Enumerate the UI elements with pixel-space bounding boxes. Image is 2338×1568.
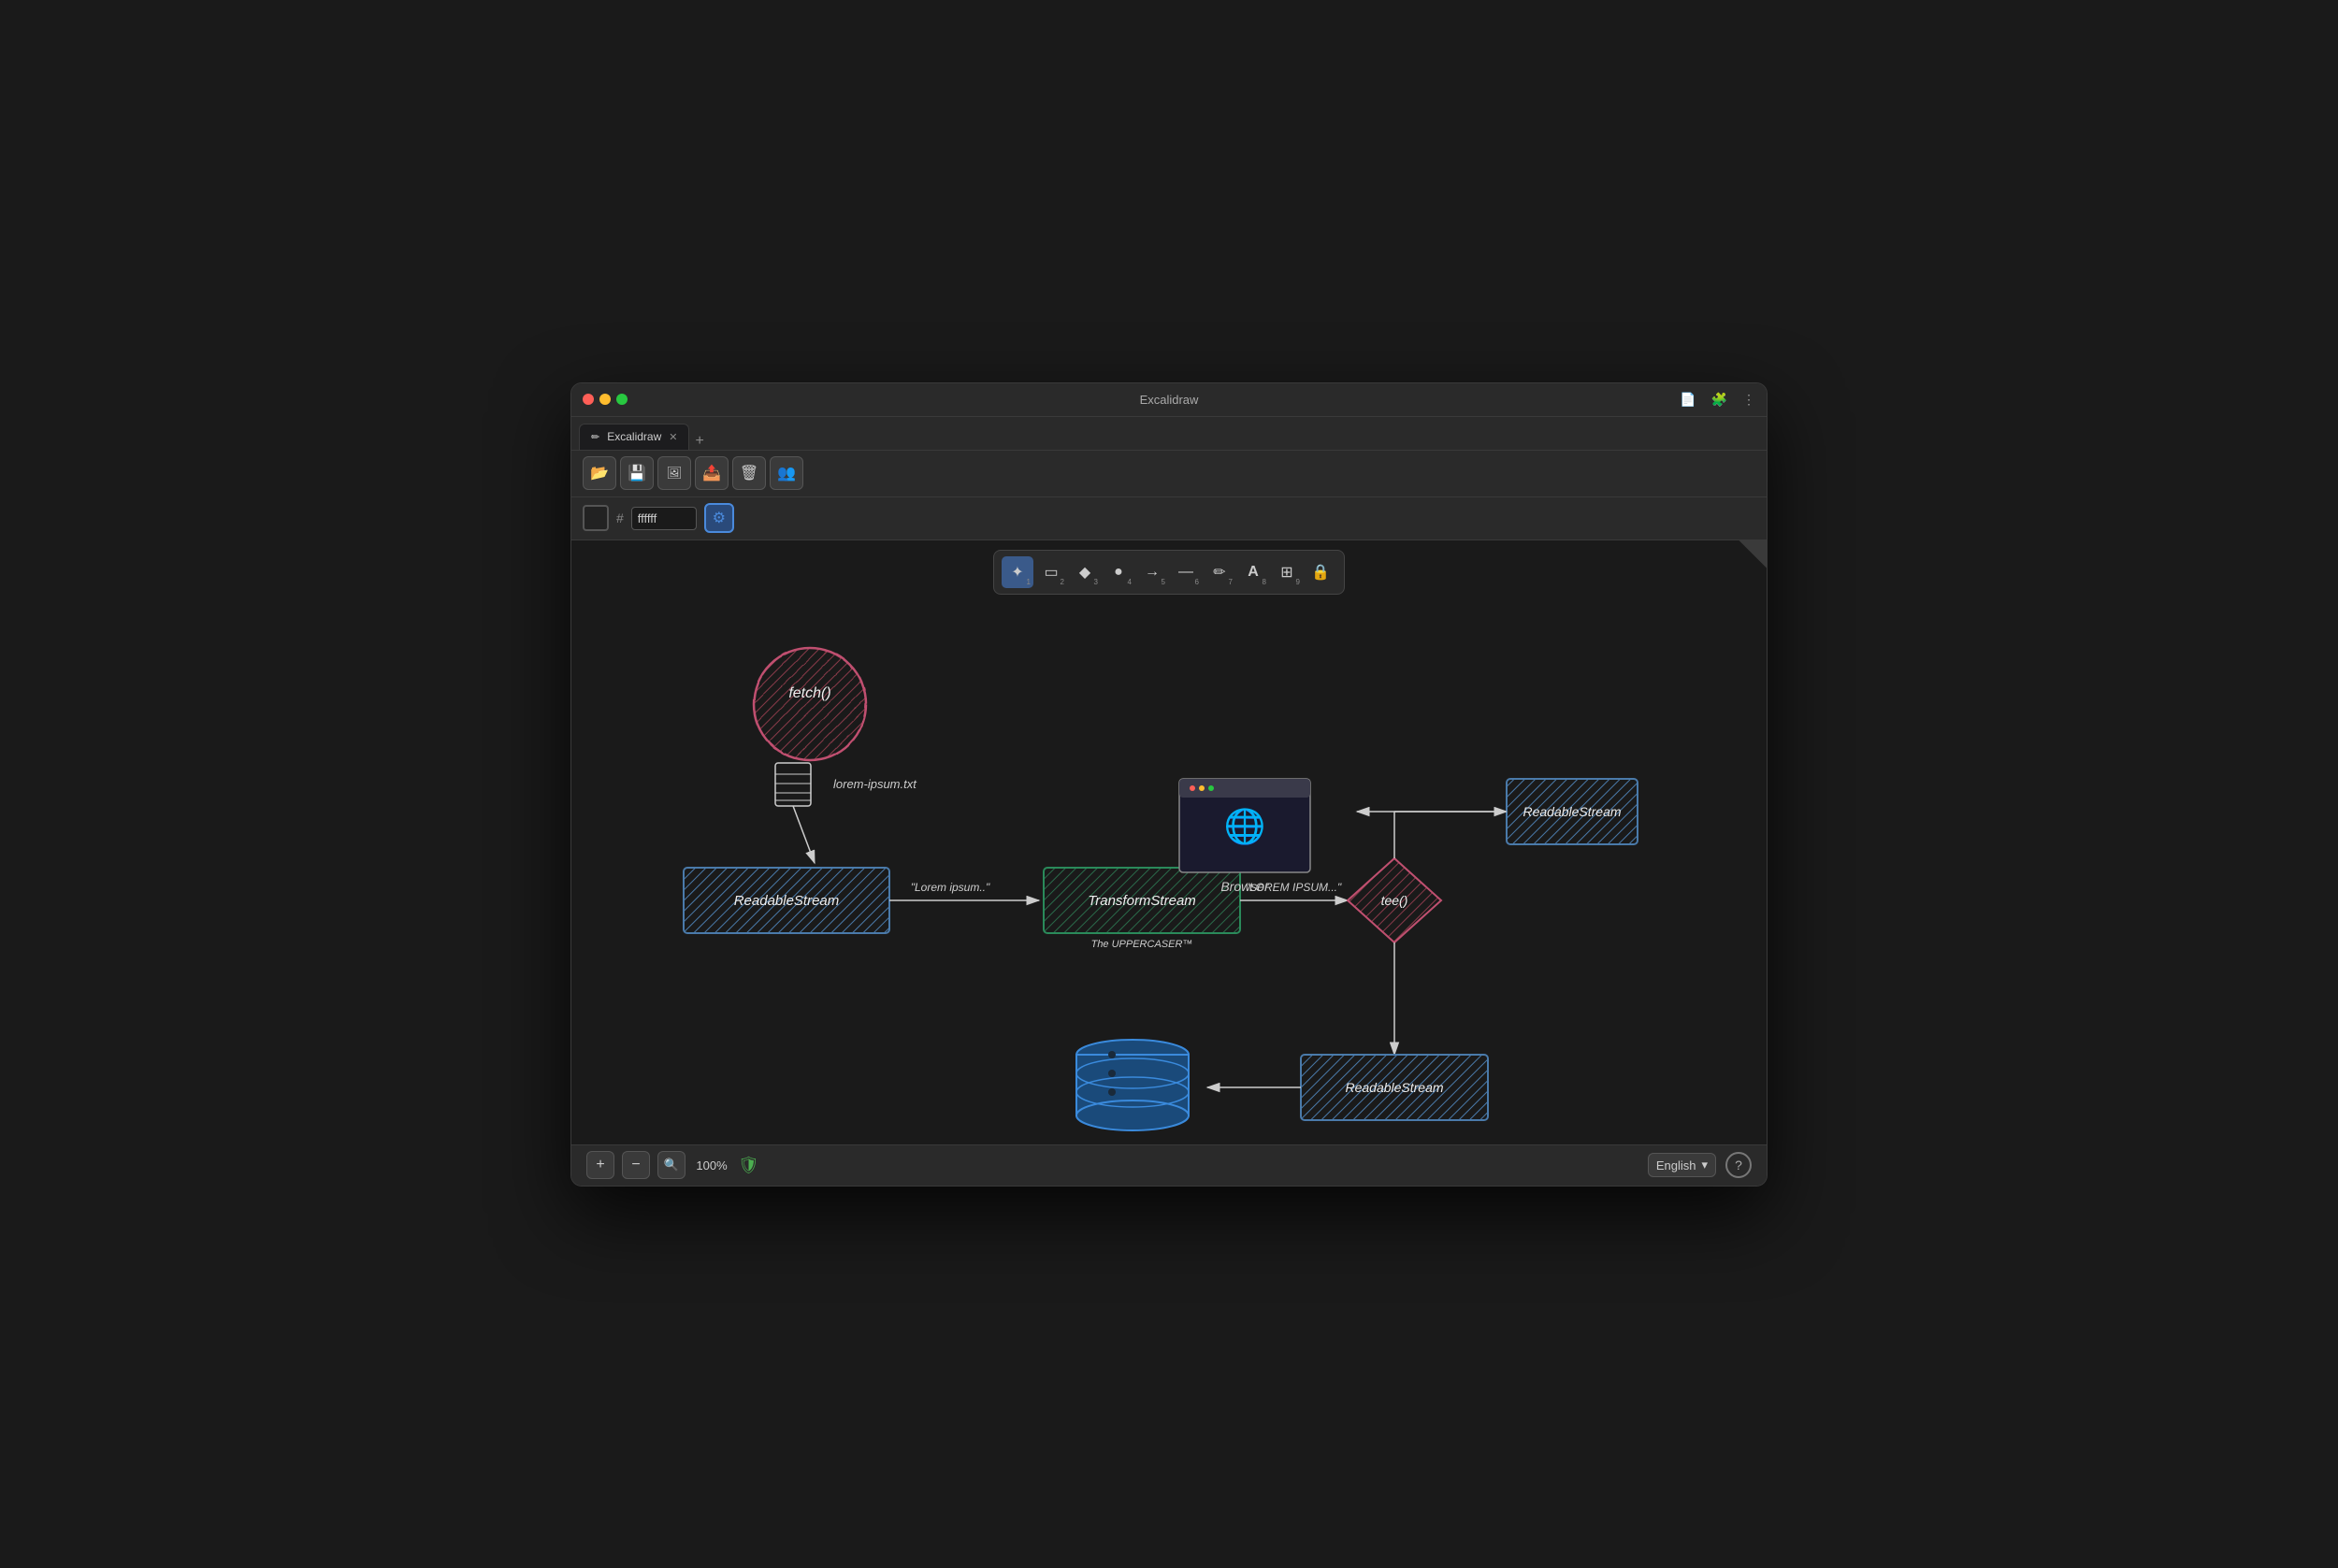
pencil-tool[interactable]: ✏ 7 (1204, 556, 1235, 588)
text-tool[interactable]: A 8 (1237, 556, 1269, 588)
help-button[interactable]: ? (1725, 1152, 1752, 1178)
close-button[interactable] (583, 394, 594, 405)
diamond-tool[interactable]: ◆ 3 (1069, 556, 1101, 588)
svg-text:fetch(): fetch() (788, 685, 830, 701)
diamond-icon: ◆ (1079, 563, 1090, 582)
arrow-tool[interactable]: → 5 (1136, 556, 1168, 588)
bottom-bar: + − 🔍 100% 🛡 English ▾ ? (571, 1144, 1767, 1186)
svg-text:lorem-ipsum.txt: lorem-ipsum.txt (833, 777, 917, 791)
main-toolbar: ✦ 1 ▭ 2 ◆ 3 ● 4 → 5 — 6 (993, 550, 1345, 595)
diagram-svg: fetch() lorem-ipsum.txt ReadableStream "… (628, 597, 1656, 1144)
extension-icon[interactable]: 🧩 (1711, 392, 1727, 408)
svg-text:The UPPERCASER™: The UPPERCASER™ (1091, 939, 1193, 950)
svg-text:🌐: 🌐 (1224, 807, 1266, 845)
zoom-reset-button[interactable]: 🔍 (657, 1151, 686, 1179)
svg-text:ReadableStream: ReadableStream (734, 893, 840, 909)
zoom-in-button[interactable]: + (586, 1151, 614, 1179)
title-bar-icons: 📄 🧩 ⋮ (1680, 392, 1755, 408)
ellipse-icon: ● (1114, 564, 1123, 581)
bottom-left: + − 🔍 100% 🛡 (586, 1151, 759, 1179)
hash-label: # (616, 511, 624, 525)
chevron-down-icon: ▾ (1701, 1158, 1708, 1172)
lock-icon: 🔒 (1311, 563, 1330, 582)
svg-text:tee(): tee() (1381, 893, 1408, 908)
color-swatch[interactable] (583, 505, 609, 531)
svg-text:TransformStream: TransformStream (1088, 893, 1196, 909)
window-title: Excalidraw (1140, 393, 1199, 407)
file-toolbar: 📂 💾 🖼 📤 🗑 👥 (571, 451, 1767, 497)
lock-tool[interactable]: 🔒 (1305, 556, 1336, 588)
traffic-lights (583, 394, 628, 405)
svg-text:ReadableStream: ReadableStream (1523, 804, 1621, 819)
language-label: English (1656, 1158, 1696, 1172)
corner-decoration (1739, 540, 1767, 568)
bottom-right: English ▾ ? (1648, 1152, 1752, 1178)
delete-button[interactable]: 🗑 (732, 456, 766, 490)
minimize-button[interactable] (599, 394, 611, 405)
ellipse-tool[interactable]: ● 4 (1103, 556, 1134, 588)
share-button[interactable]: 👥 (770, 456, 803, 490)
tab-label: Excalidraw (607, 430, 661, 443)
secondary-toolbar: # ⚙ (571, 497, 1767, 540)
color-input[interactable] (631, 507, 697, 530)
svg-text:Browser: Browser (1220, 879, 1270, 894)
title-bar: Excalidraw 📄 🧩 ⋮ (571, 383, 1767, 417)
tab-close-button[interactable]: ✕ (669, 431, 677, 443)
image-tool[interactable]: ⊞ 9 (1271, 556, 1303, 588)
zoom-level: 100% (693, 1158, 730, 1172)
selection-icon: ✦ (1011, 563, 1023, 582)
svg-text:ReadableStream: ReadableStream (1345, 1080, 1443, 1095)
rectangle-tool[interactable]: ▭ 2 (1035, 556, 1067, 588)
new-tab-button[interactable]: + (695, 433, 703, 450)
settings-button[interactable]: ⚙ (704, 503, 734, 533)
svg-text:"Lorem ipsum..": "Lorem ipsum.." (911, 881, 990, 894)
export-image-button[interactable]: 🖼 (657, 456, 691, 490)
active-tab[interactable]: ✏ Excalidraw ✕ (579, 424, 689, 450)
image-icon: ⊞ (1280, 563, 1292, 582)
open-button[interactable]: 📂 (583, 456, 616, 490)
arrow-icon: → (1145, 564, 1160, 581)
export-button[interactable]: 📤 (695, 456, 729, 490)
text-icon: A (1248, 564, 1259, 581)
tab-bar: ✏ Excalidraw ✕ + (571, 417, 1767, 451)
zoom-out-button[interactable]: − (622, 1151, 650, 1179)
shield-icon: 🛡 (738, 1156, 759, 1175)
language-selector[interactable]: English ▾ (1648, 1153, 1716, 1177)
line-icon: — (1178, 564, 1193, 581)
pencil-icon: ✏ (1213, 563, 1225, 582)
line-tool[interactable]: — 6 (1170, 556, 1202, 588)
canvas-area[interactable]: ✦ 1 ▭ 2 ◆ 3 ● 4 → 5 — 6 (571, 540, 1767, 1144)
menu-icon[interactable]: ⋮ (1742, 392, 1755, 408)
mac-window: Excalidraw 📄 🧩 ⋮ ✏ Excalidraw ✕ + 📂 💾 🖼 … (570, 382, 1768, 1187)
tab-favicon: ✏ (591, 431, 599, 443)
document-icon[interactable]: 📄 (1680, 392, 1696, 408)
save-button[interactable]: 💾 (620, 456, 654, 490)
selection-tool[interactable]: ✦ 1 (1002, 556, 1033, 588)
rectangle-icon: ▭ (1044, 563, 1058, 582)
maximize-button[interactable] (616, 394, 628, 405)
